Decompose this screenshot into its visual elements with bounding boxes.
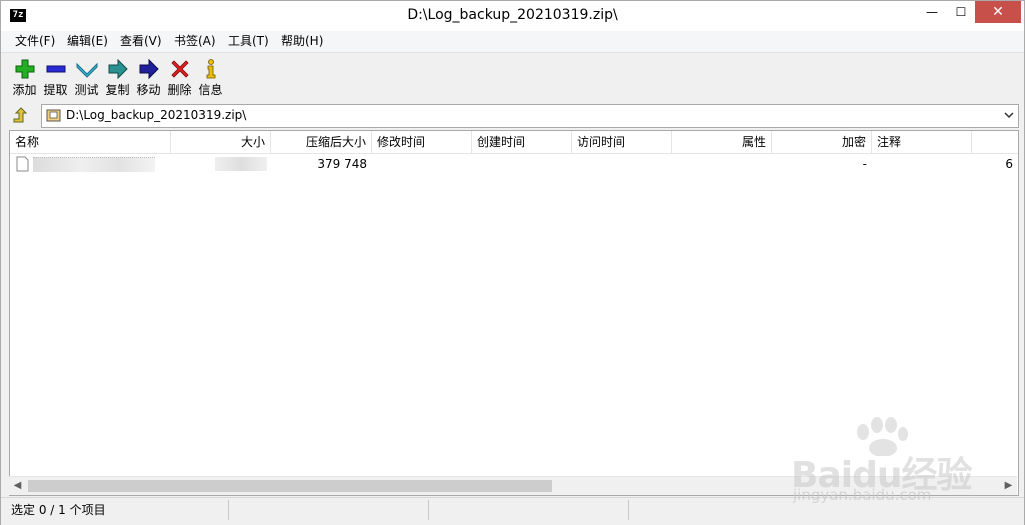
- delete-button[interactable]: 删除: [164, 56, 195, 100]
- status-panel-3: [429, 500, 629, 520]
- address-field[interactable]: D:\Log_backup_20210319.zip\: [41, 104, 1019, 128]
- menu-help[interactable]: 帮助(H): [277, 33, 327, 50]
- column-header-row: 名称 大小 压缩后大小 修改时间 创建时间 访问时间 属性 加密 注释: [10, 131, 1018, 154]
- archive-folder-icon: [46, 109, 61, 122]
- address-bar: D:\Log_backup_20210319.zip\: [1, 102, 1024, 129]
- add-label: 添加: [12, 83, 37, 97]
- blurred-file-name: [33, 157, 155, 172]
- column-modified[interactable]: 修改时间: [372, 131, 472, 153]
- maximize-button[interactable]: ☐: [947, 1, 975, 23]
- info-label: 信息: [198, 83, 223, 97]
- column-size[interactable]: 大小: [171, 131, 271, 153]
- column-encrypted[interactable]: 加密: [772, 131, 872, 153]
- window-title: D:\Log_backup_20210319.zip\: [407, 7, 618, 23]
- column-packed-size[interactable]: 压缩后大小: [271, 131, 372, 153]
- status-panel-2: [229, 500, 429, 520]
- column-created[interactable]: 创建时间: [472, 131, 572, 153]
- extract-button[interactable]: 提取: [40, 56, 71, 100]
- menu-file[interactable]: 文件(F): [11, 33, 59, 50]
- info-button[interactable]: 信息: [195, 56, 226, 100]
- menu-edit[interactable]: 编辑(E): [63, 33, 112, 50]
- column-comment[interactable]: 注释: [872, 131, 972, 153]
- cell-overflow-value: 6: [1005, 157, 1013, 171]
- move-label: 移动: [136, 83, 161, 97]
- watermark-url: jingyan.baidu.com: [793, 486, 932, 504]
- scroll-left-arrow-icon[interactable]: ◀: [9, 477, 26, 495]
- menu-bookmarks[interactable]: 书签(A): [170, 33, 220, 50]
- copy-label: 复制: [105, 83, 130, 97]
- delete-x-icon: [170, 60, 189, 78]
- title-bar[interactable]: 7z D:\Log_backup_20210319.zip\ — ☐ ✕: [1, 1, 1024, 31]
- menu-bar: 文件(F) 编辑(E) 查看(V) 书签(A) 工具(T) 帮助(H): [1, 31, 1024, 53]
- copy-arrow-icon: [108, 58, 128, 80]
- minus-icon: [46, 65, 65, 73]
- app-window: 7z D:\Log_backup_20210319.zip\ — ☐ ✕ 文件(…: [0, 0, 1025, 525]
- file-icon: [16, 156, 29, 172]
- move-arrow-icon: [139, 58, 159, 80]
- add-button[interactable]: 添加: [9, 56, 40, 100]
- blurred-file-size: [215, 157, 267, 171]
- column-accessed[interactable]: 访问时间: [572, 131, 672, 153]
- cell-encrypted: -: [862, 157, 867, 171]
- column-name[interactable]: 名称: [10, 131, 171, 153]
- baidu-watermark: Baidu经验 jingyan.baidu.com: [787, 416, 977, 504]
- info-icon: [206, 59, 215, 79]
- close-button[interactable]: ✕: [975, 1, 1021, 23]
- test-button[interactable]: 测试: [71, 56, 102, 100]
- up-folder-icon[interactable]: [11, 106, 31, 126]
- plus-icon: [15, 59, 34, 79]
- checkmark-icon: [76, 62, 97, 78]
- test-label: 测试: [74, 83, 99, 97]
- minimize-button[interactable]: —: [918, 1, 946, 23]
- toolbar: 添加 提取 测试 复制 移动 删除 信息: [1, 53, 1024, 101]
- delete-label: 删除: [167, 83, 192, 97]
- column-attributes[interactable]: 属性: [672, 131, 772, 153]
- extract-label: 提取: [43, 83, 68, 97]
- status-selection: 选定 0 / 1 个项目: [9, 500, 229, 520]
- copy-button[interactable]: 复制: [102, 56, 133, 100]
- menu-tools[interactable]: 工具(T): [224, 33, 273, 50]
- cell-packed-size: 379 748: [317, 157, 367, 171]
- move-button[interactable]: 移动: [133, 56, 164, 100]
- scroll-right-arrow-icon[interactable]: ▶: [1000, 477, 1017, 495]
- address-path: D:\Log_backup_20210319.zip\: [66, 108, 247, 122]
- chevron-down-icon[interactable]: [1003, 108, 1015, 122]
- scrollbar-thumb[interactable]: [28, 480, 552, 492]
- menu-view[interactable]: 查看(V): [116, 33, 166, 50]
- table-row[interactable]: 379 748 - 6: [10, 154, 1018, 174]
